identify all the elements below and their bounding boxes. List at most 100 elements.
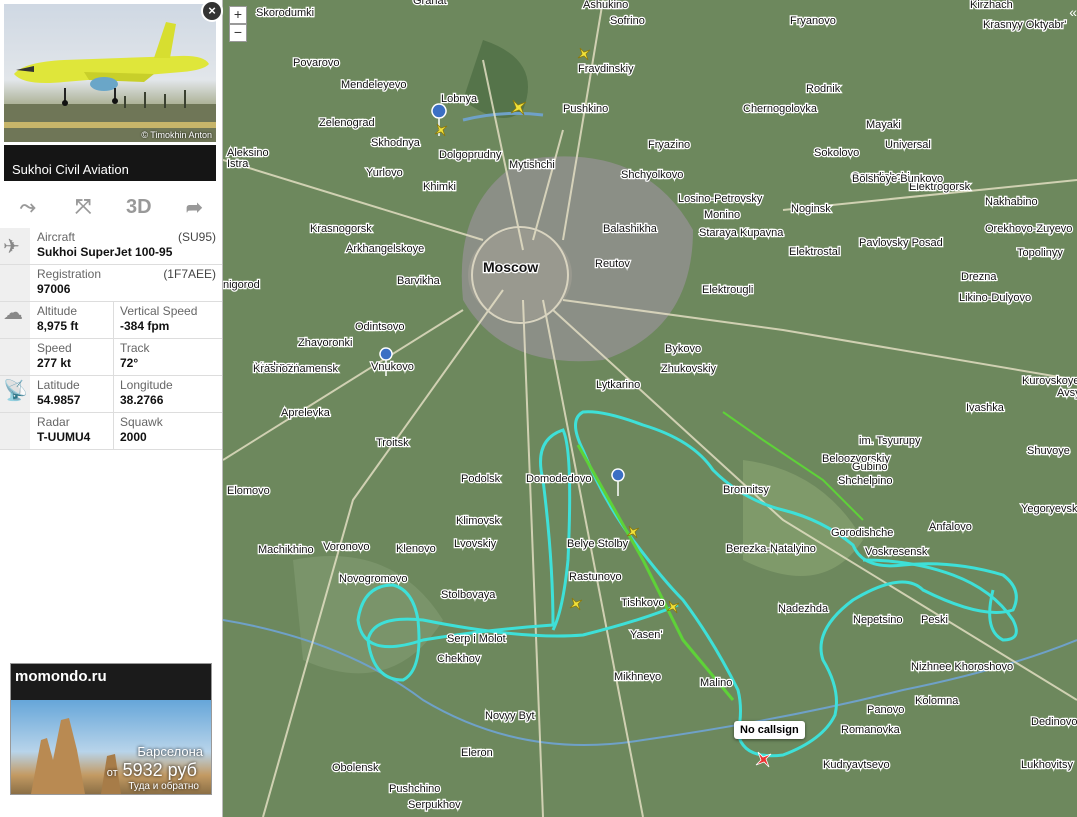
map-place-label: Nepetsino <box>853 614 903 626</box>
map-place-label: Yegoryevsk <box>1021 503 1077 515</box>
map-place-label: Barvikha <box>397 275 441 287</box>
map-place-label: Stolbovaya <box>441 589 496 601</box>
map-place-label: Shchyolkovo <box>621 169 683 181</box>
map-place-label: Istra <box>227 158 249 170</box>
registration-label: Registration <box>37 267 102 281</box>
squawk-label: Squawk <box>120 415 163 429</box>
map-place-label: Yasen' <box>630 629 662 641</box>
map-place-label: Elektrostal <box>789 246 840 258</box>
map-place-label: Ashukino <box>583 0 628 11</box>
track-value: 72° <box>120 356 139 370</box>
map-place-label: Nizhnee Khoroshovo <box>911 661 1013 673</box>
aircraft-code: (SU95) <box>177 230 216 244</box>
advertisement-banner[interactable]: momondo.ru Барселона от 5932 руб Туда и … <box>10 663 212 795</box>
map-place-label: Fryanovo <box>790 15 836 27</box>
speed-label: Speed <box>37 341 72 355</box>
map-place-label: Voskresensk <box>865 546 928 558</box>
registration-code: (1F7AEE) <box>163 267 216 281</box>
map-place-label: Bolshoye Bunkovo <box>852 173 943 185</box>
map-place-label: Likino-Dulyovo <box>959 292 1031 304</box>
airplane-icon: ✈ <box>3 236 20 258</box>
share-icon[interactable]: ➦ <box>167 188 223 226</box>
map-place-label: Novogromovo <box>339 573 407 585</box>
map-place-label: Chekhov <box>437 653 481 665</box>
close-button[interactable]: × <box>201 0 223 22</box>
map-place-label: Sofrino <box>610 15 645 27</box>
speed-value: 277 kt <box>37 356 72 370</box>
map-place-label: Elomovo <box>227 485 270 497</box>
map-place-label: Voronovo <box>323 541 369 553</box>
aircraft-label: Aircraft <box>37 230 76 244</box>
map-place-label: Sokolovo <box>814 147 859 159</box>
map-place-label: Aprelevka <box>281 407 331 419</box>
map-place-label: Anfalovo <box>929 521 972 533</box>
aircraft-callsign-tooltip: No callsign <box>734 721 805 739</box>
flight-details: ✈ Aircraft Sukhoi SuperJet 100-95 (SU95) … <box>0 228 222 450</box>
map-place-label: Kudryavtsevo <box>823 759 890 771</box>
position-row: 📡 Latitude 54.9857 Longitude 38.2766 <box>0 376 222 413</box>
map-place-label: Topolinyy <box>1017 247 1063 259</box>
map-place-label: Bykovo <box>665 343 701 355</box>
map-place-label: Granat <box>413 0 447 7</box>
flight-map[interactable]: Skorodumki Granat Ashukino Sofrino Fryanovo K… <box>223 0 1077 817</box>
map-place-label: Staraya Kupavna <box>699 227 784 239</box>
map-place-label: Orekhovo-Zuyevo <box>985 223 1072 235</box>
map-place-label: Machikhino <box>258 544 314 556</box>
ad-price-prefix: от <box>106 767 118 779</box>
map-canvas: Skorodumki Granat Ashukino Sofrino Fryanovo K… <box>223 0 1077 817</box>
map-place-label: Novyy Byt <box>485 710 535 722</box>
vspeed-label: Vertical Speed <box>120 304 198 318</box>
map-place-label: Dolgoprudny <box>439 149 502 161</box>
map-place-label: Domodedovo <box>526 473 591 485</box>
map-place-label: Kolomna <box>915 695 959 707</box>
map-place-label: Moscow <box>483 259 538 275</box>
longitude-value: 38.2766 <box>120 393 164 407</box>
map-place-label: Khimki <box>423 181 456 193</box>
airline-name: Sukhoi Civil Aviation <box>12 162 129 177</box>
map-place-label: Skorodumki <box>256 7 314 19</box>
map-place-label: Universal <box>885 139 931 151</box>
radar-value: T-UUMU4 <box>37 430 91 444</box>
map-place-label: im. Tsyurupy <box>859 435 921 447</box>
latitude-value: 54.9857 <box>37 393 81 407</box>
map-place-label: Lytkarino <box>596 379 640 391</box>
map-place-label: Lvovskiy <box>454 538 497 550</box>
map-place-label: Avsyunin <box>1057 387 1077 399</box>
collapse-icon[interactable]: « <box>1069 4 1077 20</box>
map-place-label: Krasnyy Oktyabr' <box>983 19 1066 31</box>
view-3d-button[interactable]: 3D <box>111 188 167 226</box>
map-place-label: Pavlovsky Posad <box>859 237 943 249</box>
map-place-label: Arkhangelskoye <box>346 243 424 255</box>
map-place-label: Mytishchi <box>509 159 555 171</box>
ad-brand: momondo.ru <box>15 668 107 685</box>
track-label: Track <box>120 341 150 355</box>
ad-price-value: 5932 руб <box>122 760 197 780</box>
map-place-label: Lobnya <box>441 93 478 105</box>
map-place-label: Shchelpino <box>838 475 892 487</box>
map-place-label: Losino-Petrovsky <box>678 193 763 205</box>
zoom-out-button[interactable]: − <box>229 24 247 42</box>
route-icon[interactable]: ⤳ <box>0 188 56 226</box>
map-place-label: Bronnitsy <box>723 484 769 496</box>
map-place-label: Zelenograd <box>319 117 375 129</box>
map-place-label: nigorod <box>223 279 260 291</box>
map-place-label: Krasnoznamensk <box>253 363 338 375</box>
map-place-label: Kirzhach <box>970 0 1013 11</box>
map-place-label: Klenovo <box>396 543 436 555</box>
map-place-label: Shuvoye <box>1027 445 1070 457</box>
photo-credit: © Timokhin Anton <box>141 130 212 140</box>
map-place-label: Noginsk <box>791 203 831 215</box>
map-place-label: Gorodishche <box>831 527 893 539</box>
zoom-in-button[interactable]: + <box>229 6 247 24</box>
center-map-icon[interactable]: ⤧ <box>56 188 112 226</box>
map-place-label: Mikhnevo <box>614 671 661 683</box>
map-place-label: Peski <box>921 614 948 626</box>
map-place-label: Vnukovo <box>371 361 414 373</box>
map-place-label: Fryazino <box>648 139 690 151</box>
altitude-row: ☁ Altitude 8,975 ft Vertical Speed -384 fp… <box>0 302 222 339</box>
map-place-label: Odintsovo <box>355 321 405 333</box>
registration-row: Registration 97006 (1F7AEE) <box>0 265 222 302</box>
map-place-label: Skhodnya <box>371 137 421 149</box>
map-place-label: Elektrougli <box>702 284 753 296</box>
map-place-label: Belye Stolby <box>567 538 629 550</box>
